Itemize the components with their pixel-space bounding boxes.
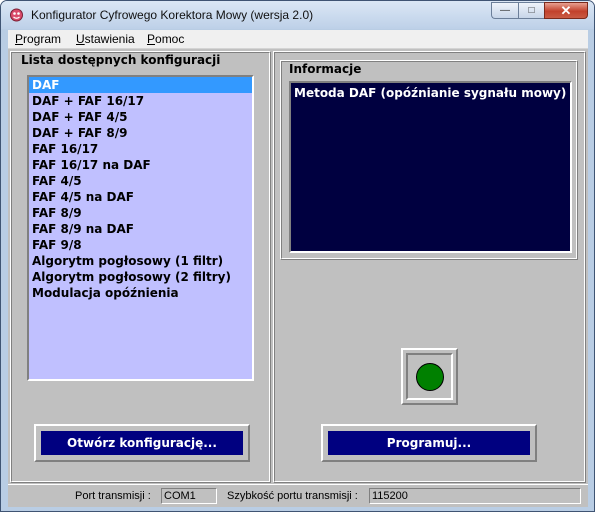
menu-program[interactable]: Program [15,32,61,46]
status-led-icon [416,363,444,391]
window-controls: — □ ✕ [491,2,588,20]
minimize-button[interactable]: — [491,2,518,19]
config-list-item[interactable]: FAF 4/5 [29,173,252,189]
info-title: Informacje [287,62,364,76]
menu-pomoc[interactable]: Pomoc [147,32,184,46]
config-list-item[interactable]: FAF 8/9 [29,205,252,221]
info-display: Metoda DAF (opóźnianie sygnału mowy) [289,81,572,253]
open-config-button[interactable]: Otwórz konfigurację... [34,424,250,462]
config-list-item[interactable]: Modulacja opóźnienia [29,285,252,301]
config-list-item[interactable]: FAF 8/9 na DAF [29,221,252,237]
app-icon [10,8,23,22]
program-button-label: Programuj... [328,431,530,455]
port-label: Port transmisji : [75,490,151,502]
config-list: DAF DAF + FAF 16/17 DAF + FAF 4/5 DAF + FAF… [29,77,252,301]
client-area: Program Ustawienia Pomoc Lista dostępnyc… [8,30,588,507]
speed-label: Szybkość portu transmisji : [227,490,358,502]
config-list-item[interactable]: FAF 16/17 [29,141,252,157]
app-window: Konfigurator Cyfrowego Korektora Mowy (w… [0,0,595,512]
config-list-item[interactable]: FAF 16/17 na DAF [29,157,252,173]
config-listbox[interactable]: DAF DAF + FAF 16/17 DAF + FAF 4/5 DAF + FAF… [27,75,254,381]
config-list-item[interactable]: DAF + FAF 8/9 [29,125,252,141]
minimize-icon: — [500,5,510,16]
maximize-icon: □ [528,5,535,16]
close-icon: ✕ [560,2,572,18]
title-bar[interactable]: Konfigurator Cyfrowego Korektora Mowy (w… [1,1,594,29]
config-list-item[interactable]: FAF 4/5 na DAF [29,189,252,205]
config-list-item[interactable]: DAF [29,77,252,93]
program-button[interactable]: Programuj... [321,424,537,462]
menu-bar: Program Ustawienia Pomoc [8,30,588,49]
config-list-title: Lista dostępnych konfiguracji [19,53,223,67]
config-list-item[interactable]: Algorytm pogłosowy (1 filtr) [29,253,252,269]
port-value: COM1 [161,488,217,504]
config-list-item[interactable]: DAF + FAF 16/17 [29,93,252,109]
status-led-well [406,353,453,400]
open-config-button-label: Otwórz konfigurację... [41,431,243,455]
info-text: Metoda DAF (opóźnianie sygnału mowy) [294,86,567,100]
config-list-item[interactable]: Algorytm pogłosowy (2 filtry) [29,269,252,285]
maximize-button[interactable]: □ [518,2,544,19]
close-button[interactable]: ✕ [544,2,588,19]
config-list-item[interactable]: DAF + FAF 4/5 [29,109,252,125]
config-list-item[interactable]: FAF 9/8 [29,237,252,253]
speed-value: 115200 [369,488,581,504]
status-bar: Port transmisji : COM1 Szybkość portu tr… [8,484,588,507]
window-title: Konfigurator Cyfrowego Korektora Mowy (w… [31,8,314,22]
status-led-frame [401,348,458,405]
menu-ustawienia[interactable]: Ustawienia [76,32,135,46]
